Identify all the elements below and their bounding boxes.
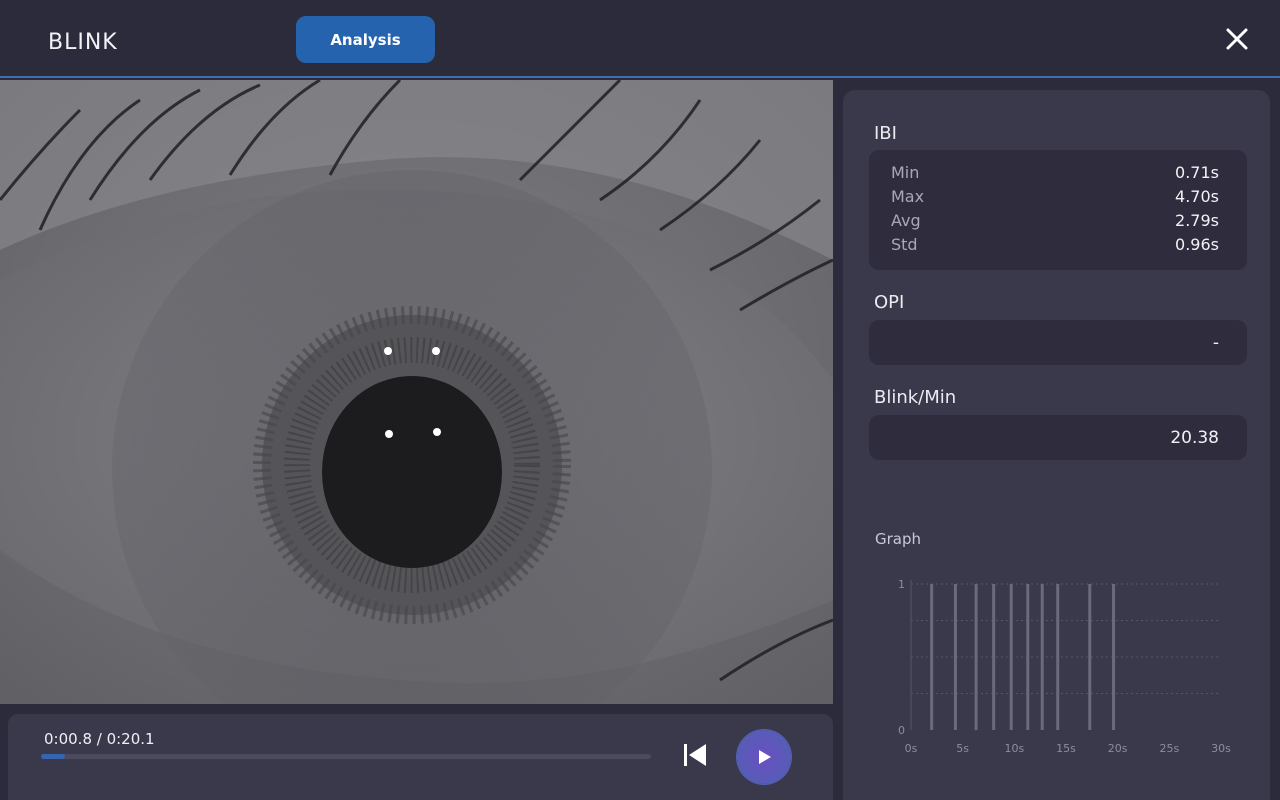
x-tick-label: 5s (956, 742, 969, 755)
blink-bar (1088, 584, 1092, 730)
blink-bar (930, 584, 934, 730)
play-button[interactable] (737, 730, 791, 784)
analysis-button[interactable]: Analysis (296, 16, 435, 63)
opi-value: - (1212, 332, 1219, 353)
timecode: 0:00.8 / 0:20.1 (44, 730, 155, 748)
blink-bar (992, 584, 996, 730)
top-bar: BLINK Analysis (0, 0, 1280, 78)
eye-image (0, 80, 833, 704)
y-tick-label: 1 (898, 578, 905, 591)
blink-bar (1056, 584, 1060, 730)
x-tick-label: 10s (1004, 742, 1024, 755)
y-tick-label: 0 (898, 724, 905, 737)
x-tick-label: 20s (1108, 742, 1128, 755)
ibi-row-max: Max 4.70s (891, 186, 1219, 206)
blink-bar (1112, 584, 1116, 730)
x-tick-label: 25s (1159, 742, 1179, 755)
blink-graph: 010s 5s 10s 15s 20s 25s 30s (898, 578, 1231, 755)
ibi-row-avg: Avg 2.79s (891, 210, 1219, 230)
skip-to-start-icon[interactable] (680, 740, 710, 770)
x-tick-label: 15s (1056, 742, 1076, 755)
ibi-box: Min 0.71s Max 4.70s Avg 2.79s Std 0.96s (869, 150, 1247, 270)
blink-bar (953, 584, 957, 730)
x-tick-label: 30s (1211, 742, 1231, 755)
blink-bar (1026, 584, 1030, 730)
blink-per-min-value: 20.38 (1170, 427, 1219, 448)
x-tick-label: 0s (905, 742, 918, 755)
blink-bar (1040, 584, 1044, 730)
ibi-title: IBI (874, 123, 897, 144)
opi-box: - (869, 320, 1247, 365)
video-frame[interactable] (0, 80, 833, 704)
close-icon[interactable] (1222, 24, 1252, 54)
ibi-row-min: Min 0.71s (891, 162, 1219, 182)
app-title: BLINK (48, 30, 118, 55)
progress-bar[interactable] (41, 754, 651, 759)
stats-panel: IBI Min 0.71s Max 4.70s Avg 2.79s Std 0.… (843, 90, 1270, 800)
ibi-row-std: Std 0.96s (891, 234, 1219, 254)
blink-per-min-title: Blink/Min (874, 387, 957, 408)
graph-title: Graph (875, 530, 922, 548)
blink-bar (1009, 584, 1013, 730)
blink-bar (974, 584, 978, 730)
playback-controls: 0:00.8 / 0:20.1 (8, 714, 833, 800)
blink-per-min-box: 20.38 (869, 415, 1247, 460)
play-icon (759, 750, 771, 764)
progress-fill (41, 754, 66, 759)
opi-title: OPI (874, 292, 905, 313)
